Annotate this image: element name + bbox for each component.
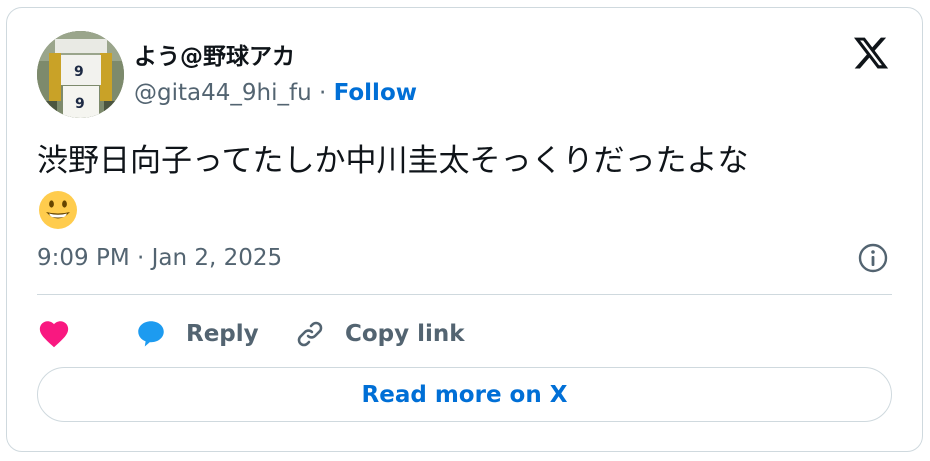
grinning-face-emoji-icon — [37, 189, 79, 231]
svg-text:9: 9 — [75, 96, 85, 112]
like-button[interactable] — [37, 314, 71, 354]
handle-separator: · — [311, 80, 334, 106]
link-icon — [297, 321, 323, 347]
handle-row: @gita44_9hi_fu · Follow — [134, 80, 417, 106]
reply-label: Reply — [186, 321, 259, 347]
tweet-timestamp[interactable]: 9:09 PM · Jan 2, 2025 — [37, 245, 282, 271]
user-handle[interactable]: @gita44_9hi_fu — [134, 80, 312, 106]
x-logo-icon[interactable] — [852, 34, 890, 72]
tweet-card: 9 9 よう@野球アカ @gita44_9hi_fu · Follow 渋野日向… — [6, 7, 923, 452]
read-more-button[interactable]: Read more on X — [37, 367, 892, 422]
speech-bubble-icon — [138, 321, 164, 347]
copy-link-label: Copy link — [345, 321, 465, 347]
svg-text:9: 9 — [74, 64, 84, 80]
heart-icon — [39, 321, 69, 348]
copy-link-button[interactable]: Copy link — [293, 314, 465, 354]
tweet-text: 渋野日向子ってたしか中川圭太そっくりだったよな — [37, 138, 887, 232]
read-more-label: Read more on X — [361, 381, 568, 408]
avatar[interactable]: 9 9 — [37, 31, 124, 118]
info-icon[interactable] — [857, 242, 889, 274]
follow-button[interactable]: Follow — [334, 80, 417, 106]
display-name[interactable]: よう@野球アカ — [134, 37, 295, 71]
tweet-body: 渋野日向子ってたしか中川圭太そっくりだったよな — [37, 143, 749, 179]
reply-button[interactable]: Reply — [134, 314, 259, 354]
divider — [37, 294, 892, 295]
